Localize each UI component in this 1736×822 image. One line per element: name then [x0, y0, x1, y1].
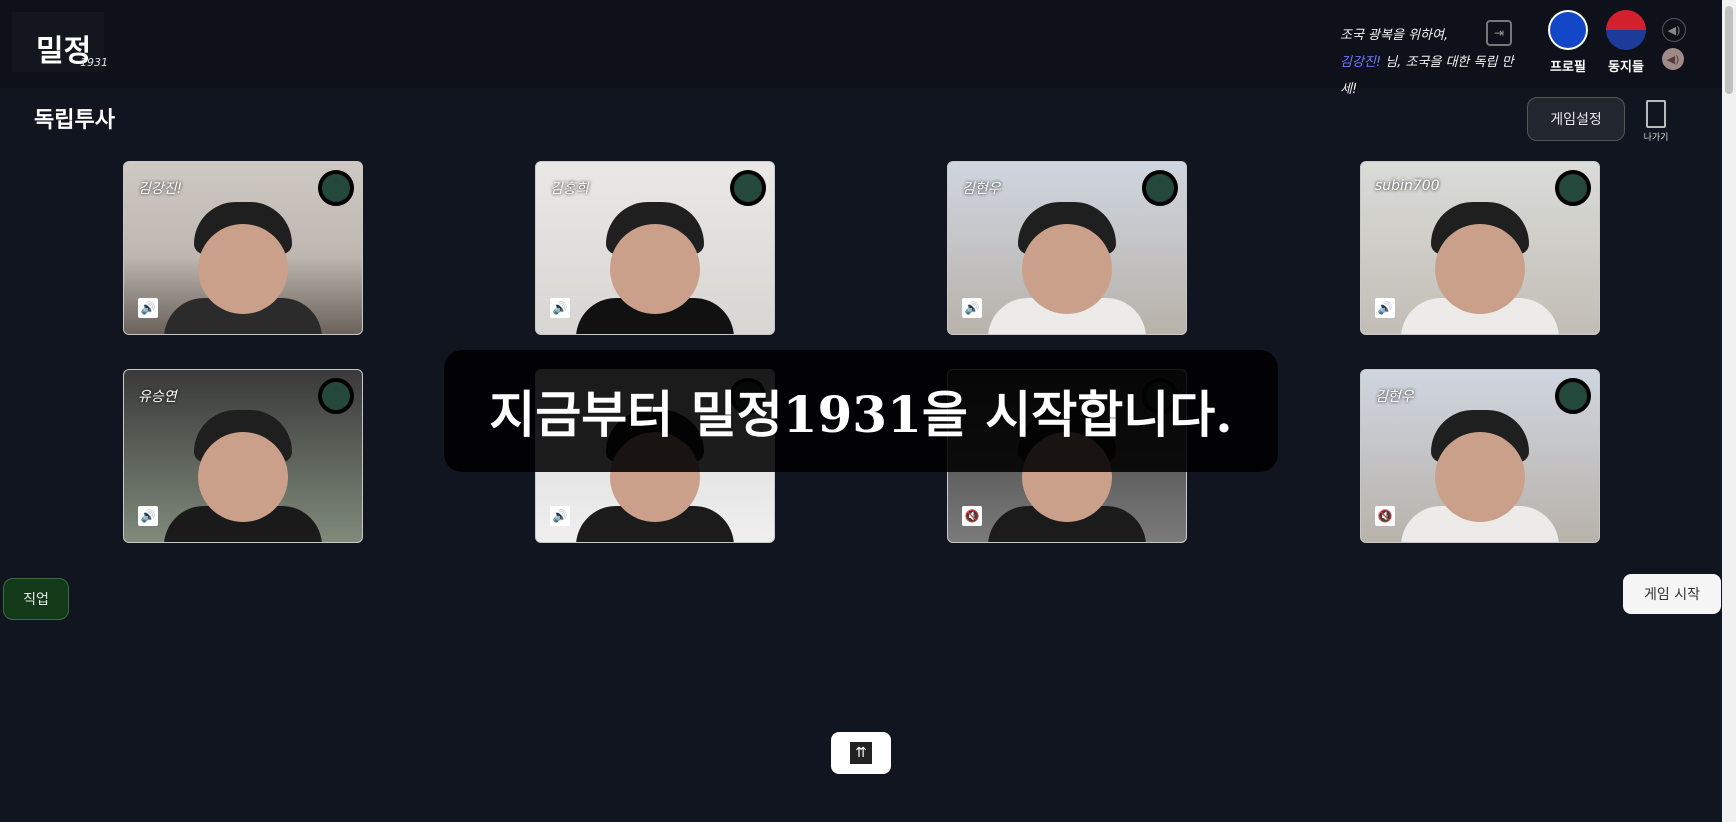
profile-button[interactable]: 프로필: [1542, 10, 1594, 75]
double-chevron-up-icon: ⇈: [850, 742, 872, 764]
status-indicator: [1142, 170, 1178, 206]
status-indicator: [318, 170, 354, 206]
player-name: 유승연: [138, 389, 177, 405]
speaker-icon[interactable]: 🔊: [962, 298, 982, 318]
game-settings-button[interactable]: 게임설정: [1527, 97, 1625, 141]
speaker-muted-icon[interactable]: ◀): [1662, 48, 1684, 70]
exit-button[interactable]: 나가기: [1640, 100, 1672, 143]
greeting-name: 김강진!: [1340, 55, 1382, 70]
start-game-button[interactable]: 게임 시작: [1623, 574, 1721, 614]
player-video-tile[interactable]: subin700 🔊: [1360, 161, 1600, 335]
speaker-icon[interactable]: ◀): [1662, 18, 1686, 42]
status-indicator: [1555, 170, 1591, 206]
status-indicator: [730, 170, 766, 206]
taegeuk-icon: [1606, 10, 1646, 50]
status-indicator: [318, 378, 354, 414]
comrades-label: 동지들: [1608, 60, 1644, 75]
logout-icon[interactable]: ⇥: [1486, 20, 1512, 46]
player-video-tile[interactable]: 김홍희 🔊: [535, 161, 775, 335]
speaker-icon[interactable]: 🔊: [138, 298, 158, 318]
speaker-icon[interactable]: 🔊: [550, 506, 570, 526]
door-icon: [1646, 100, 1666, 128]
player-name: 김현우: [1375, 389, 1414, 405]
player-name: subin700: [1375, 178, 1440, 194]
player-video-tile[interactable]: 김현우 🔊: [947, 161, 1187, 335]
status-indicator: [1555, 378, 1591, 414]
job-button[interactable]: 직업: [3, 578, 69, 620]
speaker-icon[interactable]: 🔊: [1375, 298, 1395, 318]
user-icon: [1548, 10, 1588, 50]
comrades-button[interactable]: 동지들: [1600, 10, 1652, 75]
player-video-tile[interactable]: 김현우 🔇: [1360, 369, 1600, 543]
scrollbar-thumb[interactable]: [1725, 6, 1733, 94]
player-name: 김현우: [962, 181, 1001, 197]
page-title: 독립투사: [34, 108, 115, 133]
scroll-up-button[interactable]: ⇈: [831, 732, 891, 774]
player-name: 김홍희: [550, 181, 589, 197]
profile-label: 프로필: [1550, 60, 1586, 75]
player-video-tile[interactable]: 유승연 🔊: [123, 369, 363, 543]
speaker-muted-icon[interactable]: 🔇: [962, 506, 982, 526]
speaker-icon[interactable]: 🔊: [138, 506, 158, 526]
speaker-icon[interactable]: 🔊: [550, 298, 570, 318]
speaker-muted-icon[interactable]: 🔇: [1375, 506, 1395, 526]
player-name: 김강진!: [138, 181, 183, 197]
announcement-overlay: 지금부터 밀정1931을 시작합니다.: [444, 350, 1278, 472]
logo-year: 1931: [80, 56, 108, 69]
logo[interactable]: 밀정 1931: [12, 12, 108, 72]
greeting-line2: 김강진! 님, 조국을 대한 독립 만세!: [1340, 49, 1520, 103]
top-bar: 밀정 1931 조국 광복을 위하여, 김강진! 님, 조국을 대한 독립 만세…: [0, 0, 1736, 97]
scrollbar[interactable]: [1722, 0, 1736, 822]
announcement-text: 지금부터 밀정1931을 시작합니다.: [489, 385, 1233, 444]
player-video-tile[interactable]: 김강진! 🔊: [123, 161, 363, 335]
exit-label: 나가기: [1643, 133, 1669, 143]
